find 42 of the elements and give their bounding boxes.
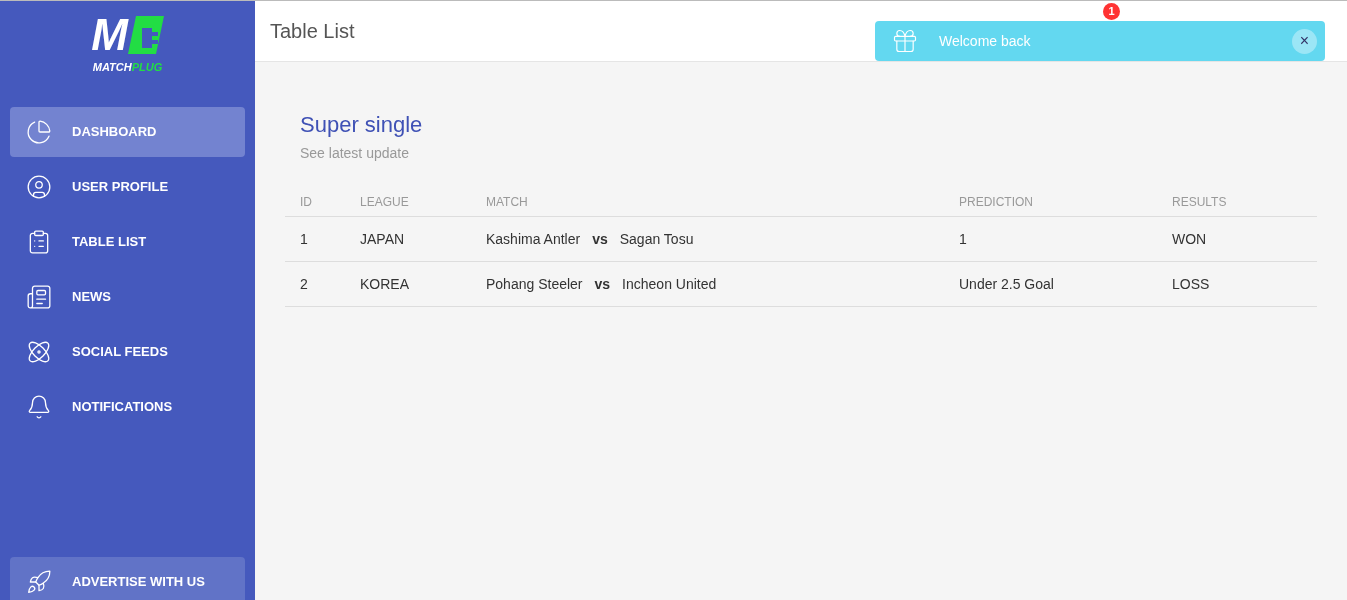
column-header: PREDICTION — [959, 195, 1033, 209]
column-header: MATCH — [486, 195, 528, 209]
logo-word: PLUG — [131, 61, 163, 73]
table-cell: LOSS — [1172, 275, 1210, 292]
table-cell: KOREA — [360, 275, 409, 292]
close-button[interactable]: × — [1292, 28, 1317, 54]
gift-icon — [891, 27, 919, 55]
vs-label: vs — [592, 229, 608, 249]
team-name: Kashima Antler — [486, 229, 581, 249]
atom-icon — [26, 339, 52, 365]
sidebar-item[interactable]: USER PROFILE — [10, 162, 245, 212]
column-header: ID — [300, 195, 312, 209]
logo-letter: M — [91, 13, 128, 57]
newspaper-icon — [26, 284, 52, 310]
page-title: Table List — [270, 19, 355, 44]
logo-word: MATCH — [92, 61, 132, 73]
table-cell: Under 2.5 Goal — [959, 275, 1054, 292]
bell-icon — [26, 394, 52, 420]
vs-label: vs — [594, 274, 611, 294]
column-header: LEAGUE — [360, 195, 409, 209]
plug-icon — [127, 16, 164, 54]
team-name: Pohang Steeler — [486, 274, 583, 294]
card-title: Super single — [300, 111, 424, 139]
sidebar-item[interactable]: SOCIAL FEEDS — [10, 327, 245, 377]
table-cell: WON — [1172, 230, 1207, 247]
table-cell: JAPAN — [360, 230, 405, 247]
team-name: Incheon United — [622, 274, 717, 294]
card-subtitle: See latest update — [300, 144, 410, 163]
table-cell: 2 — [300, 275, 308, 292]
toast-message: Welcome back — [939, 31, 1032, 51]
sidebar-item[interactable]: NEWS — [10, 272, 245, 322]
rocket-icon — [26, 569, 52, 595]
pie-chart-icon — [26, 119, 52, 145]
sidebar-item[interactable]: DASHBOARD — [10, 107, 245, 157]
team-name: Sagan Tosu — [619, 229, 694, 249]
column-header: RESULTS — [1172, 195, 1227, 209]
sidebar-item[interactable]: TABLE LIST — [10, 217, 245, 267]
table-cell: 1 — [300, 230, 308, 247]
table-cell: 1 — [959, 230, 967, 247]
user-icon — [26, 174, 52, 200]
sidebar-item[interactable]: NOTIFICATIONS — [10, 382, 245, 432]
advertise-button[interactable]: ADVERTISE WITH US — [10, 557, 245, 600]
